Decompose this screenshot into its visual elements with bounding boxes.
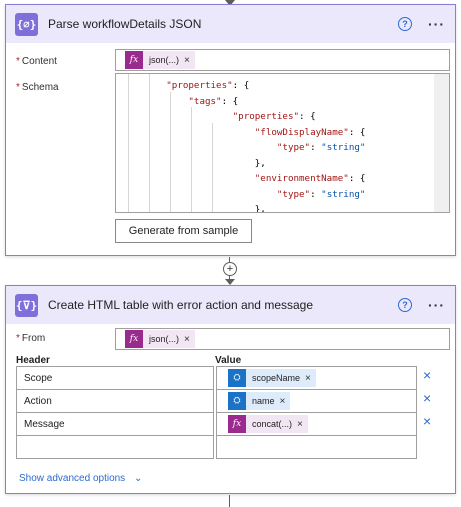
json-key: "tags" xyxy=(188,95,222,107)
expression-icon: fx xyxy=(125,330,143,348)
expression-icon: fx xyxy=(125,51,143,69)
schema-code-line: }, xyxy=(122,202,365,213)
data-operation-icon: {⊽} xyxy=(15,293,38,317)
schema-code-line: "properties": { xyxy=(122,78,365,94)
json-punct: }, xyxy=(254,157,266,169)
add-step-plus-icon[interactable]: + xyxy=(223,262,237,276)
parse-json-title[interactable]: Parse workflowDetails JSON xyxy=(48,17,398,31)
json-key: "properties" xyxy=(232,111,300,122)
schema-code-line: "type": "string" xyxy=(122,140,366,156)
scope-name-token[interactable]: ⛭ scopeName × xyxy=(228,369,316,387)
header-cell-action[interactable]: Action xyxy=(16,389,214,413)
name-token[interactable]: ⛭ name × xyxy=(228,392,291,410)
bottom-connector-line xyxy=(229,495,230,507)
schema-code: "properties": { "tags": { "properties": … xyxy=(122,78,366,213)
schema-label: * Schema xyxy=(16,82,59,93)
value-cell-message[interactable]: fx concat(...) × xyxy=(216,412,417,436)
json-punct: : { xyxy=(348,173,366,184)
json-punct: : { xyxy=(299,111,316,122)
json-key: "type" xyxy=(276,188,311,200)
value-cell-action[interactable]: ⛭ name × xyxy=(216,389,417,413)
content-token[interactable]: fx json(...) × xyxy=(125,51,195,69)
header-column-title: Header xyxy=(16,355,50,366)
json-punct: }, xyxy=(254,204,266,213)
content-label: * Content xyxy=(16,56,57,67)
schema-code-line: "properties": { xyxy=(122,109,365,125)
from-token-label: json(...) xyxy=(149,334,180,344)
schema-code-line: "type": "string" xyxy=(122,187,366,203)
header-cell-new[interactable] xyxy=(16,435,214,459)
json-punct: : { xyxy=(348,126,366,138)
scope-name-token-label: scopeName xyxy=(252,373,301,383)
schema-code-line: "tags": { xyxy=(122,94,365,110)
help-icon[interactable]: ? xyxy=(398,298,412,312)
variable-icon: ⛭ xyxy=(228,392,246,410)
json-punct: : xyxy=(310,142,322,153)
content-input[interactable]: fx json(...) × xyxy=(115,49,450,71)
value-cell-scope[interactable]: ⛭ scopeName × xyxy=(216,366,417,390)
show-advanced-options-link[interactable]: Show advanced options ⌄ xyxy=(19,473,142,484)
remove-token-icon[interactable]: × xyxy=(184,55,190,66)
json-key: "flowDisplayName" xyxy=(254,126,349,138)
json-value: "string" xyxy=(321,142,366,153)
html-table-card: {⊽} Create HTML table with error action … xyxy=(5,285,456,494)
json-punct: : { xyxy=(221,95,239,107)
json-key: "properties" xyxy=(166,80,233,91)
json-punct: : xyxy=(310,188,322,200)
delete-row-icon[interactable]: × xyxy=(423,391,431,405)
value-cell-new[interactable] xyxy=(216,435,417,459)
json-punct: : { xyxy=(232,80,250,91)
from-token[interactable]: fx json(...) × xyxy=(125,330,195,348)
parse-json-card: {∅} Parse workflowDetails JSON ? ··· * Co… xyxy=(5,4,456,256)
remove-token-icon[interactable]: × xyxy=(184,334,190,345)
remove-token-icon[interactable]: × xyxy=(280,396,286,407)
help-icon[interactable]: ? xyxy=(398,17,412,31)
from-label: * From xyxy=(16,333,46,344)
json-key: "environmentName" xyxy=(254,173,349,184)
remove-token-icon[interactable]: × xyxy=(297,419,303,430)
json-key: "type" xyxy=(276,142,311,153)
parse-json-header[interactable]: {∅} Parse workflowDetails JSON ? ··· xyxy=(6,5,455,43)
chevron-down-icon: ⌄ xyxy=(133,473,143,484)
delete-row-icon[interactable]: × xyxy=(423,368,431,382)
data-operation-icon: {∅} xyxy=(15,12,38,36)
schema-scrollbar[interactable] xyxy=(434,74,449,212)
html-table-title[interactable]: Create HTML table with error action and … xyxy=(48,298,398,312)
header-cell-message[interactable]: Message xyxy=(16,412,214,436)
from-input[interactable]: fx json(...) × xyxy=(115,328,450,350)
schema-code-line: }, xyxy=(122,156,365,172)
more-options-icon[interactable]: ··· xyxy=(428,297,445,313)
schema-code-line: "flowDisplayName": { xyxy=(122,125,366,141)
header-cell-scope[interactable]: Scope xyxy=(16,366,214,390)
concat-token[interactable]: fx concat(...) × xyxy=(228,415,308,433)
name-token-label: name xyxy=(252,396,275,406)
value-column-title: Value xyxy=(215,355,242,366)
concat-token-label: concat(...) xyxy=(252,419,293,429)
delete-row-icon[interactable]: × xyxy=(423,414,431,428)
generate-from-sample-button[interactable]: Generate from sample xyxy=(115,219,252,243)
schema-editor[interactable]: "properties": { "tags": { "properties": … xyxy=(115,73,450,213)
remove-token-icon[interactable]: × xyxy=(305,373,311,384)
content-token-label: json(...) xyxy=(149,55,180,65)
html-table-header[interactable]: {⊽} Create HTML table with error action … xyxy=(6,286,455,324)
show-advanced-options-label: Show advanced options xyxy=(19,473,126,484)
more-options-icon[interactable]: ··· xyxy=(428,16,445,32)
expression-icon: fx xyxy=(228,415,246,433)
json-value: "string" xyxy=(321,188,366,200)
schema-code-line: "environmentName": { xyxy=(122,171,366,187)
variable-icon: ⛭ xyxy=(228,369,246,387)
